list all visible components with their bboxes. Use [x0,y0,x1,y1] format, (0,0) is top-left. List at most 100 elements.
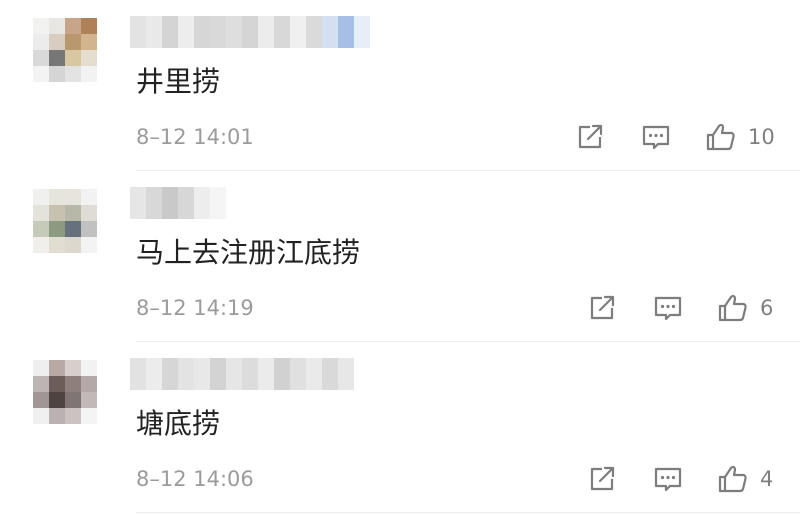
username-pixel [306,16,322,48]
username-blurred[interactable] [130,358,354,390]
reply-icon[interactable] [652,463,684,495]
avatar-pixel [49,205,65,221]
username-pixel [258,16,274,48]
avatar-pixel [81,18,97,34]
avatar-pixel [81,205,97,221]
like-count: 10 [748,125,775,149]
username-pixel [146,187,162,219]
avatar[interactable] [33,360,97,424]
comment-actions: 6 [586,292,796,324]
avatar-pixel [33,18,49,34]
username-pixel [210,16,226,48]
username-pixel [226,16,242,48]
avatar-pixel [81,221,97,237]
username-pixel [322,16,338,48]
username-pixel [290,358,306,390]
avatar-pixel [65,376,81,392]
avatar-pixel [33,50,49,66]
username-pixel [338,16,354,48]
username-pixel [178,16,194,48]
share-icon[interactable] [586,463,618,495]
username-pixel [146,16,162,48]
avatar[interactable] [33,189,97,253]
avatar-pixel [65,392,81,408]
username-pixel [322,358,338,390]
username-pixel [290,16,306,48]
comment-text: 马上去注册江底捞 [136,236,361,269]
username-pixel [210,358,226,390]
avatar-pixel [33,189,49,205]
like-icon[interactable] [717,292,749,324]
avatar-pixel [49,408,65,424]
username-blurred[interactable] [130,187,226,219]
avatar-pixel [81,50,97,66]
avatar-pixel [81,376,97,392]
username-pixel [146,358,162,390]
avatar-pixel [33,221,49,237]
divider [136,512,800,513]
username-pixel [178,358,194,390]
avatar-pixel [33,205,49,221]
avatar-pixel [49,376,65,392]
avatar-pixel [65,221,81,237]
like-count: 6 [760,296,774,320]
comment-timestamp: 8–12 14:06 [136,467,254,491]
username-blurred[interactable] [130,16,370,48]
username-pixel [274,16,290,48]
username-pixel [178,187,194,219]
username-pixel [194,358,210,390]
username-pixel [162,358,178,390]
username-pixel [306,358,322,390]
username-pixel [162,187,178,219]
avatar-pixel [49,360,65,376]
avatar-pixel [49,237,65,253]
avatar[interactable] [33,18,97,82]
avatar-pixel [33,408,49,424]
reply-icon[interactable] [640,121,672,153]
avatar-pixel [49,221,65,237]
comment-timestamp: 8–12 14:19 [136,296,254,320]
username-pixel [338,358,354,390]
comment-timestamp: 8–12 14:01 [136,125,254,149]
share-icon[interactable] [586,292,618,324]
username-pixel [226,358,242,390]
comment-item: 塘底捞 8–12 14:06 4 [0,342,800,513]
username-pixel [354,16,370,48]
username-pixel [210,187,226,219]
username-pixel [194,16,210,48]
avatar-pixel [65,66,81,82]
avatar-pixel [81,408,97,424]
avatar-pixel [81,360,97,376]
comment-item: 井里捞 8–12 14:01 10 [0,0,800,171]
username-pixel [242,358,258,390]
comment-item: 马上去注册江底捞 8–12 14:19 6 [0,171,800,342]
like-count: 4 [760,467,774,491]
avatar-pixel [65,18,81,34]
avatar-pixel [49,392,65,408]
avatar-pixel [33,34,49,50]
avatar-pixel [65,34,81,50]
avatar-pixel [49,189,65,205]
avatar-pixel [81,34,97,50]
avatar-pixel [65,205,81,221]
username-pixel [274,358,290,390]
avatar-pixel [65,50,81,66]
comment-text: 塘底捞 [136,407,221,440]
avatar-pixel [33,360,49,376]
comment-actions: 4 [586,463,796,495]
like-icon[interactable] [705,121,737,153]
avatar-pixel [33,237,49,253]
reply-icon[interactable] [652,292,684,324]
avatar-pixel [33,66,49,82]
avatar-pixel [81,66,97,82]
avatar-pixel [49,66,65,82]
avatar-pixel [65,360,81,376]
avatar-pixel [81,237,97,253]
username-pixel [130,358,146,390]
username-pixel [194,187,210,219]
share-icon[interactable] [574,121,606,153]
like-icon[interactable] [717,463,749,495]
username-pixel [242,16,258,48]
avatar-pixel [49,18,65,34]
avatar-pixel [65,408,81,424]
